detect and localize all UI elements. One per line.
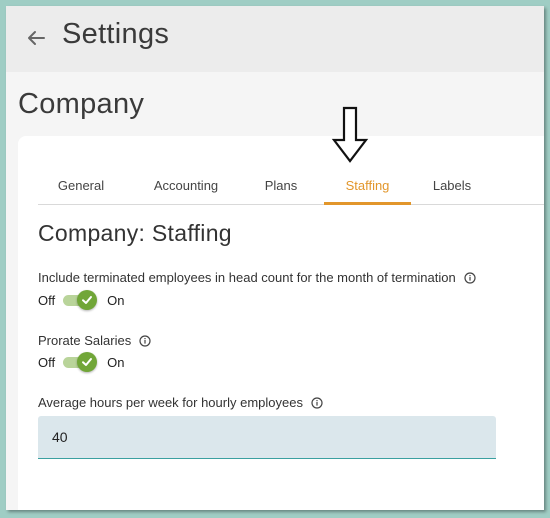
tab-staffing[interactable]: Staffing: [324, 166, 411, 205]
toggle-row-prorate: Off On: [38, 352, 124, 372]
setting-prorate-text: Prorate Salaries: [38, 333, 132, 348]
tab-bar: General Accounting Plans Staffing Labels: [38, 166, 544, 205]
check-icon: [82, 296, 93, 304]
tab-labels[interactable]: Labels: [424, 166, 480, 204]
toggle-off-label: Off: [38, 354, 56, 370]
hours-per-week-input[interactable]: [38, 416, 496, 458]
check-icon: [82, 358, 93, 366]
toggle-knob: [77, 290, 98, 310]
setting-prorate-label: Prorate Salaries: [38, 333, 151, 348]
top-bar: Settings: [6, 6, 544, 72]
toggle-on-label: On: [107, 292, 125, 308]
toggle-knob: [77, 352, 98, 372]
hours-per-week-field[interactable]: [38, 416, 496, 459]
arrow-left-icon: [28, 31, 45, 45]
toggle-row-terminated: Off On: [38, 290, 124, 310]
page-title: Settings: [62, 18, 170, 50]
section-title: Company: [18, 88, 145, 120]
tab-accounting[interactable]: Accounting: [136, 166, 236, 204]
prorate-toggle[interactable]: [63, 352, 98, 372]
toggle-off-label: Off: [38, 292, 56, 308]
toggle-on-label: On: [107, 354, 125, 370]
terminated-toggle[interactable]: [63, 290, 98, 310]
hours-field-label: Average hours per week for hourly employ…: [38, 395, 323, 410]
card-heading: Company: Staffing: [38, 220, 232, 246]
hours-field-label-text: Average hours per week for hourly employ…: [38, 395, 303, 410]
info-icon[interactable]: [464, 271, 476, 284]
setting-terminated-label: Include terminated employees in head cou…: [38, 270, 476, 285]
setting-terminated-text: Include terminated employees in head cou…: [38, 270, 456, 285]
app-window: Settings Company General Accounting Plan…: [6, 6, 544, 510]
info-icon[interactable]: [311, 396, 323, 409]
info-icon[interactable]: [139, 334, 151, 347]
tab-general[interactable]: General: [38, 166, 124, 204]
back-button[interactable]: [22, 24, 50, 52]
down-arrow-icon: [331, 106, 369, 163]
tab-plans[interactable]: Plans: [250, 166, 312, 204]
settings-card: General Accounting Plans Staffing Labels…: [18, 136, 544, 510]
